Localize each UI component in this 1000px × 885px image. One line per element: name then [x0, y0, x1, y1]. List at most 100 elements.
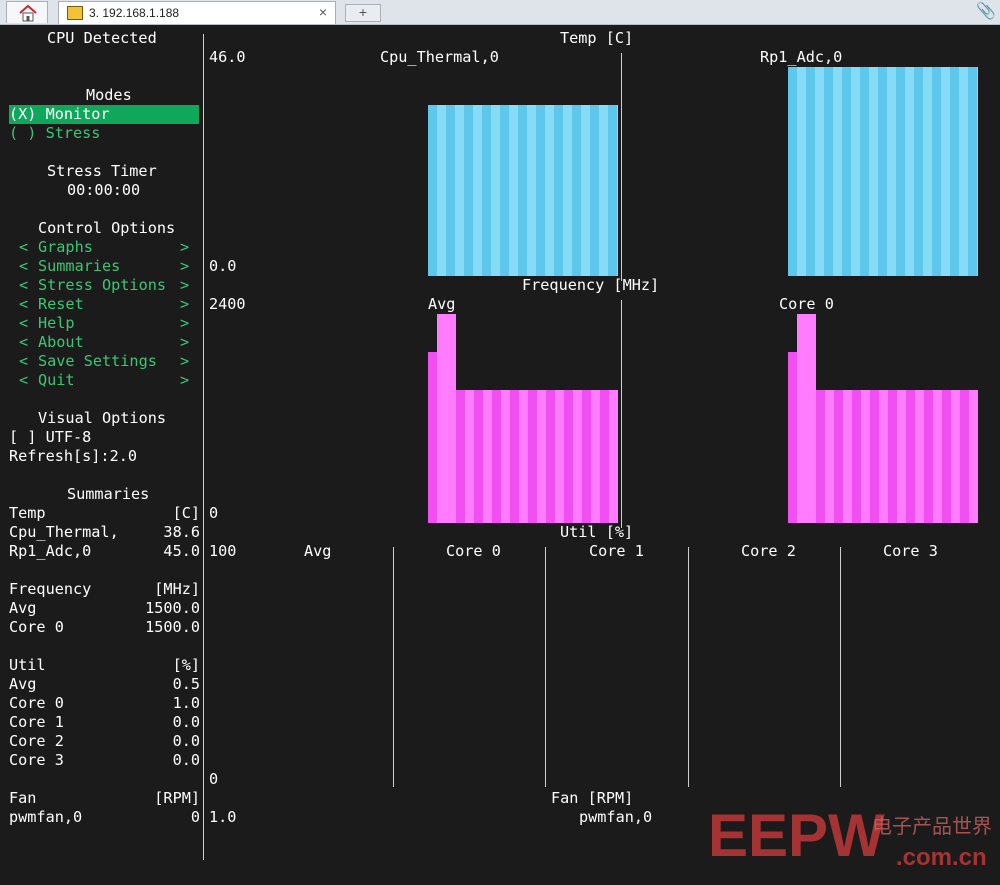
home-icon	[19, 4, 37, 22]
cpu-detected-label: CPU Detected	[47, 29, 157, 47]
control-item-help[interactable]: Help	[38, 314, 75, 333]
freq-bars-avg	[456, 390, 618, 523]
stress-timer-value: 00:00:00	[67, 181, 141, 199]
control-right-chevron: >	[180, 352, 190, 370]
control-item-reset[interactable]: Reset	[38, 295, 84, 314]
modes-title: Modes	[86, 86, 132, 104]
util-panel-core3: Core 3	[883, 542, 938, 560]
control-options-title: Control Options	[38, 219, 176, 237]
summary-value: 38.6	[163, 523, 200, 541]
freq-bar-core0-peak	[797, 314, 816, 523]
temp-graph-title: Temp [C]	[560, 29, 634, 47]
freq-bar-core0-early	[788, 352, 797, 523]
watermark-chinese-text: 电子产品世界	[872, 814, 992, 838]
freq-panel-label-avg: Avg	[428, 295, 456, 313]
tab-title: 3. 192.168.1.188	[89, 6, 180, 20]
visual-options-title: Visual Options	[38, 409, 167, 427]
terminal-session-icon	[67, 6, 83, 20]
mode-radio-1[interactable]: ( ) Stress	[9, 124, 100, 143]
summary-value: 1.0	[172, 694, 200, 712]
freq-bar-avg-peak	[437, 314, 456, 523]
control-right-chevron: >	[180, 333, 190, 351]
control-right-chevron: >	[180, 295, 190, 313]
paperclip-icon[interactable]: 📎	[976, 1, 996, 20]
control-item-about[interactable]: About	[38, 333, 84, 352]
util-separator-2	[545, 547, 546, 787]
util-separator-4	[840, 547, 841, 787]
fan-ymax: 1.0	[209, 808, 237, 826]
temp-ymin: 0.0	[209, 257, 237, 275]
util-graph-title: Util [%]	[560, 523, 634, 541]
control-left-chevron: <	[19, 295, 29, 313]
sidebar-separator	[203, 34, 204, 860]
util-separator-3	[688, 547, 689, 787]
control-left-chevron: <	[19, 333, 29, 351]
temp-bar-cpu-thermal	[428, 105, 618, 276]
util-panel-avg: Avg	[304, 542, 332, 560]
control-right-chevron: >	[180, 371, 190, 389]
freq-bars-core0	[816, 390, 978, 523]
control-item-save-settings[interactable]: Save Settings	[38, 352, 157, 371]
summary-value: [C]	[172, 504, 200, 522]
freq-panel-label-core0: Core 0	[779, 295, 834, 313]
close-icon[interactable]: ×	[319, 4, 327, 20]
refresh-setting[interactable]: Refresh[s]:2.0	[9, 447, 137, 466]
control-left-chevron: <	[19, 371, 29, 389]
control-right-chevron: >	[180, 276, 190, 294]
summary-value: 0.0	[172, 732, 200, 750]
util-panel-core2: Core 2	[741, 542, 796, 560]
freq-ymax: 2400	[209, 295, 246, 313]
control-left-chevron: <	[19, 352, 29, 370]
util-ymax: 100	[209, 542, 237, 560]
control-left-chevron: <	[19, 238, 29, 256]
temp-ymax: 46.0	[209, 48, 246, 66]
summary-value: [%]	[172, 656, 200, 674]
util-separator-1	[393, 547, 394, 787]
summary-value: 0.0	[172, 751, 200, 769]
freq-graph-title: Frequency [MHz]	[522, 276, 660, 294]
summary-value: 0	[190, 808, 200, 826]
home-tab-button[interactable]	[6, 1, 48, 23]
terminal-screen: CPU Detected Modes (X) Monitor( ) Stress St…	[0, 25, 1000, 885]
util-ymin: 0	[209, 770, 219, 788]
stress-timer-title: Stress Timer	[47, 162, 157, 180]
summary-value: [RPM]	[154, 789, 200, 807]
temp-bar-rp1-adc	[788, 67, 978, 276]
freq-bar-avg-early	[428, 352, 437, 523]
watermark-url-text: .com.cn	[896, 844, 987, 871]
utf8-checkbox[interactable]: [ ] UTF-8	[9, 428, 91, 447]
mode-radio-label: Monitor	[45, 105, 110, 123]
mode-radio-mark: (X)	[9, 105, 37, 123]
new-tab-button[interactable]: +	[345, 4, 381, 22]
browser-toolbar: 3. 192.168.1.188 × + 📎	[0, 0, 1000, 25]
control-left-chevron: <	[19, 276, 29, 294]
session-tab[interactable]: 3. 192.168.1.188 ×	[58, 1, 336, 24]
util-panel-core1: Core 1	[589, 542, 644, 560]
summary-value: 0.5	[172, 675, 200, 693]
mode-radio-mark: ( )	[9, 124, 37, 142]
mode-radio-0[interactable]: (X) Monitor	[9, 105, 199, 124]
freq-panel-separator	[621, 300, 622, 528]
control-item-stress-options[interactable]: Stress Options	[38, 276, 166, 295]
summary-value: 1500.0	[145, 599, 200, 617]
freq-ymin: 0	[209, 504, 219, 522]
summaries-title: Summaries	[67, 485, 150, 503]
temp-panel-separator	[621, 53, 622, 281]
control-right-chevron: >	[180, 238, 190, 256]
eepw-watermark: EEPW 电子产品世界 .com.cn	[700, 800, 1000, 885]
summary-value: 45.0	[163, 542, 200, 560]
watermark-logo-text: EEPW	[708, 802, 885, 869]
summary-value: [MHz]	[154, 580, 200, 598]
summary-value: 1500.0	[145, 618, 200, 636]
util-panel-core0: Core 0	[446, 542, 501, 560]
control-item-graphs[interactable]: Graphs	[38, 238, 93, 257]
control-item-summaries[interactable]: Summaries	[38, 257, 120, 276]
control-right-chevron: >	[180, 314, 190, 332]
control-left-chevron: <	[19, 314, 29, 332]
fan-graph-title: Fan [RPM]	[551, 789, 634, 807]
fan-panel-pwmfan: pwmfan,0	[579, 808, 653, 826]
temp-panel-label-1: Cpu_Thermal,0	[380, 48, 499, 66]
control-item-quit[interactable]: Quit	[38, 371, 75, 390]
control-left-chevron: <	[19, 257, 29, 275]
temp-panel-label-2: Rp1_Adc,0	[760, 48, 843, 66]
